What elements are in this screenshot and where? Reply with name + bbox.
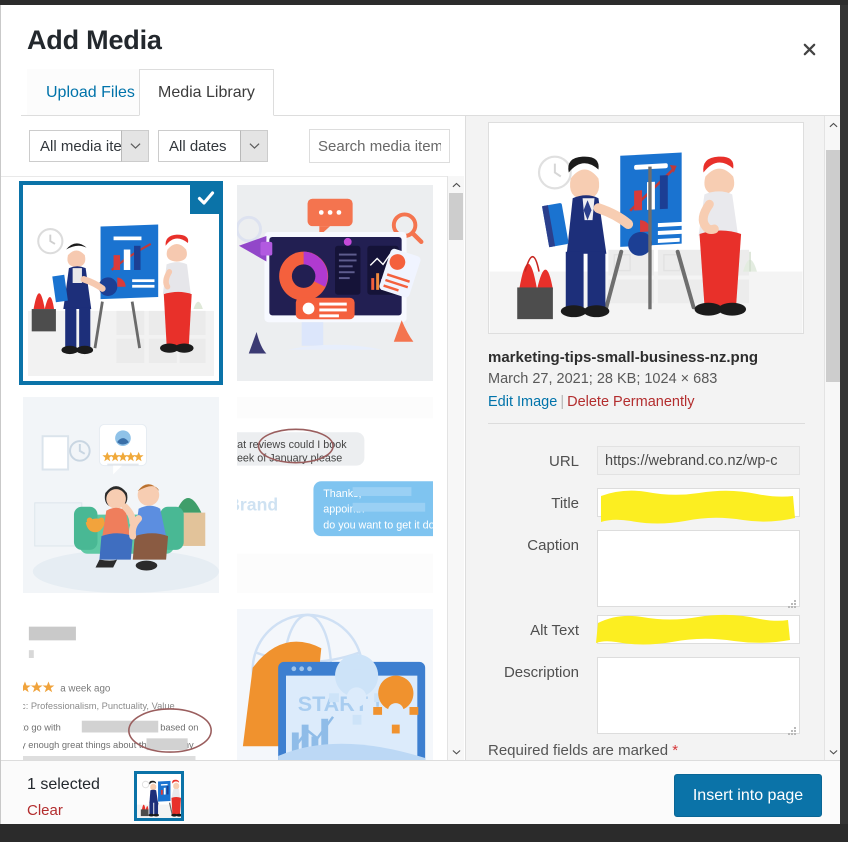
media-grid: eat reviews could I book week of January… — [1, 176, 464, 760]
media-item-couple-review[interactable] — [23, 397, 219, 593]
field-row-alt-text: Alt Text — [466, 614, 824, 647]
field-row-description: Description — [466, 657, 824, 735]
scrollbar-thumb[interactable] — [826, 150, 840, 382]
screen: Add Media Upload Files Media Library All… — [0, 0, 848, 842]
close-icon[interactable] — [789, 29, 829, 69]
scrollbar-thumb[interactable] — [449, 193, 463, 240]
insert-into-page-button[interactable]: Insert into page — [674, 774, 822, 817]
required-fields-note-text: Required fields are marked — [488, 742, 669, 759]
url-label: URL — [548, 453, 579, 470]
attachment-filename: marketing-tips-small-business-nz.png — [488, 349, 759, 366]
tab-upload-files[interactable]: Upload Files — [27, 69, 154, 116]
media-thumbnail: a week ago c: Professionalism, Punctuali… — [23, 609, 219, 760]
title-label: Title — [551, 495, 579, 512]
tab-media-library[interactable]: Media Library — [139, 69, 274, 116]
attachment-preview — [488, 122, 804, 334]
media-item-marketing-presentation[interactable] — [19, 181, 223, 385]
delete-permanently-link[interactable]: Delete Permanently — [567, 394, 694, 410]
required-asterisk: * — [672, 742, 679, 759]
selected-thumbnail[interactable] — [134, 771, 184, 821]
caption-label: Caption — [527, 537, 579, 554]
field-row-title: Title — [466, 488, 824, 524]
media-item-digital-marketing-dashboard[interactable] — [237, 185, 433, 381]
svg-text:Brand: Brand — [237, 495, 278, 515]
details-scrollbar[interactable] — [824, 116, 840, 760]
media-grid-scrollbar[interactable] — [447, 176, 464, 760]
media-thumbnail — [23, 397, 219, 593]
chevron-up-icon[interactable] — [448, 176, 464, 193]
browser-bottom-edge — [0, 824, 848, 842]
details-divider — [488, 423, 805, 424]
modal-footer: 1 selected Clear Insert into page — [1, 760, 840, 824]
url-field[interactable] — [597, 446, 800, 475]
alt-text-field[interactable] — [597, 615, 800, 644]
svg-text:c: Professionalism, Punctualit: c: Professionalism, Punctuality, Value — [23, 701, 175, 711]
media-item-chat-screenshot[interactable]: eat reviews could I book week of January… — [237, 397, 433, 593]
field-row-url: URL — [466, 446, 824, 478]
media-type-filter-select[interactable]: All media items — [29, 130, 149, 162]
required-fields-note: Required fields are marked * — [488, 742, 808, 759]
actions-separator: | — [560, 394, 565, 410]
caption-field[interactable] — [597, 530, 800, 607]
date-filter-select[interactable]: All dates — [158, 130, 268, 162]
modal-header: Add Media — [1, 5, 840, 69]
check-icon — [187, 185, 219, 217]
search-input[interactable] — [309, 129, 450, 163]
page-title: Add Media — [27, 25, 162, 55]
attachment-actions: Edit Image | Delete Permanently — [488, 394, 694, 410]
modal-tabs: Upload Files Media Library — [1, 69, 840, 116]
add-media-modal: Add Media Upload Files Media Library All… — [0, 5, 840, 824]
alt-text-label: Alt Text — [530, 622, 579, 639]
field-row-caption: Caption — [466, 530, 824, 608]
media-thumbnail: eat reviews could I book week of January… — [237, 397, 433, 593]
selection-count: 1 selected — [27, 776, 100, 793]
svg-text:to go with: to go with — [23, 723, 61, 733]
svg-text:based on: based on — [160, 723, 198, 733]
browser-right-edge — [840, 5, 848, 824]
media-item-google-review-screenshot[interactable]: a week ago c: Professionalism, Punctuali… — [23, 609, 219, 760]
description-label: Description — [503, 664, 579, 681]
chevron-down-icon[interactable] — [825, 743, 840, 760]
tab-upload-files-label: Upload Files — [46, 84, 135, 101]
attachment-meta: March 27, 2021; 28 KB; 1024 × 683 — [488, 371, 718, 387]
chevron-up-icon[interactable] — [825, 116, 840, 133]
clear-selection-link[interactable]: Clear — [27, 802, 63, 819]
media-thumbnail: START ! — [237, 609, 433, 760]
svg-text:a week ago: a week ago — [60, 683, 111, 694]
edit-image-link[interactable]: Edit Image — [488, 394, 557, 410]
svg-text:do you want to get it do: do you want to get it do — [323, 519, 433, 531]
tab-media-library-label: Media Library — [158, 83, 255, 101]
media-item-start-website[interactable]: START ! — [237, 609, 433, 760]
attachment-details-pane: marketing-tips-small-business-nz.png Mar… — [465, 116, 824, 760]
svg-text:START !: START ! — [298, 691, 381, 716]
chevron-down-icon[interactable] — [448, 743, 464, 760]
description-field[interactable] — [597, 657, 800, 734]
title-field[interactable] — [597, 488, 800, 517]
media-thumbnail — [237, 185, 433, 381]
